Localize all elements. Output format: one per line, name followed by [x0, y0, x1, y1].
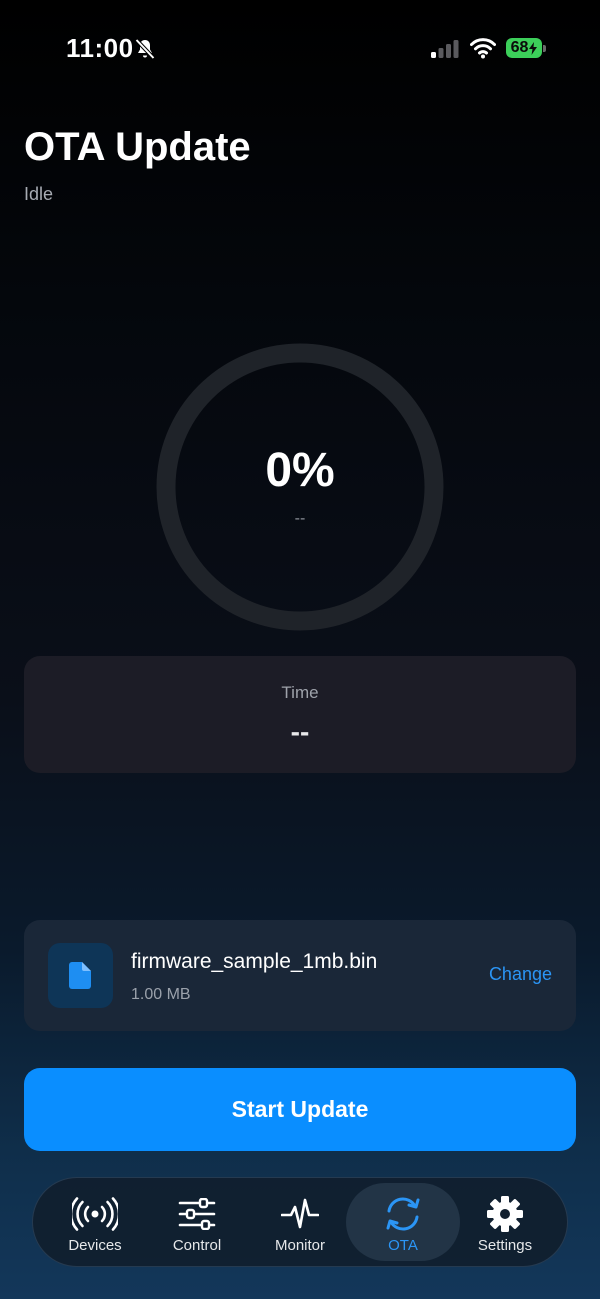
start-update-button[interactable]: Start Update	[24, 1068, 576, 1151]
firmware-file-card: firmware_sample_1mb.bin 1.00 MB Change	[24, 920, 576, 1031]
progress-detail: --	[294, 510, 306, 527]
tab-settings[interactable]: Settings	[448, 1183, 562, 1261]
update-status: Idle	[24, 184, 54, 204]
battery-indicator: 68	[506, 38, 546, 60]
battery-cap	[543, 45, 546, 52]
progress-ring: 0% --	[156, 343, 444, 631]
time-label: Time	[281, 683, 319, 702]
gear-icon	[448, 1195, 562, 1233]
start-update-label: Start Update	[231, 1096, 369, 1122]
status-bar: 11:00 68	[0, 0, 600, 96]
document-icon	[69, 962, 91, 989]
file-name: firmware_sample_1mb.bin	[131, 950, 378, 973]
tab-bar: Devices Control Monitor OTA Settings	[32, 1177, 568, 1267]
battery-level: 68	[506, 38, 542, 58]
tab-label: Control	[172, 1237, 222, 1254]
tab-monitor[interactable]: Monitor	[243, 1183, 357, 1261]
status-time: 11:00	[66, 33, 134, 63]
pulse-icon	[243, 1195, 357, 1233]
sync-icon	[346, 1195, 460, 1233]
tab-label: Monitor	[274, 1237, 326, 1254]
battery-percent: 68	[510, 39, 529, 56]
tab-devices[interactable]: Devices	[38, 1183, 152, 1261]
broadcast-icon	[38, 1195, 152, 1233]
tab-label: Devices	[68, 1237, 122, 1254]
sliders-icon	[140, 1195, 254, 1233]
wifi-icon	[470, 37, 496, 59]
tab-label: Settings	[477, 1237, 533, 1254]
charging-bolt-icon	[529, 41, 538, 55]
time-card: Time --	[24, 656, 576, 773]
tab-label: OTA	[388, 1237, 418, 1254]
tab-control[interactable]: Control	[140, 1183, 254, 1261]
bell-slash-icon	[133, 37, 157, 61]
page-title: OTA Update	[24, 125, 251, 169]
file-size: 1.00 MB	[131, 986, 191, 1003]
tab-ota[interactable]: OTA	[346, 1183, 460, 1261]
change-file-button[interactable]: Change	[489, 964, 552, 985]
cellular-signal-icon	[430, 39, 460, 59]
progress-percent: 0%	[265, 444, 335, 497]
file-icon-box	[48, 943, 113, 1008]
time-value: --	[290, 716, 310, 747]
